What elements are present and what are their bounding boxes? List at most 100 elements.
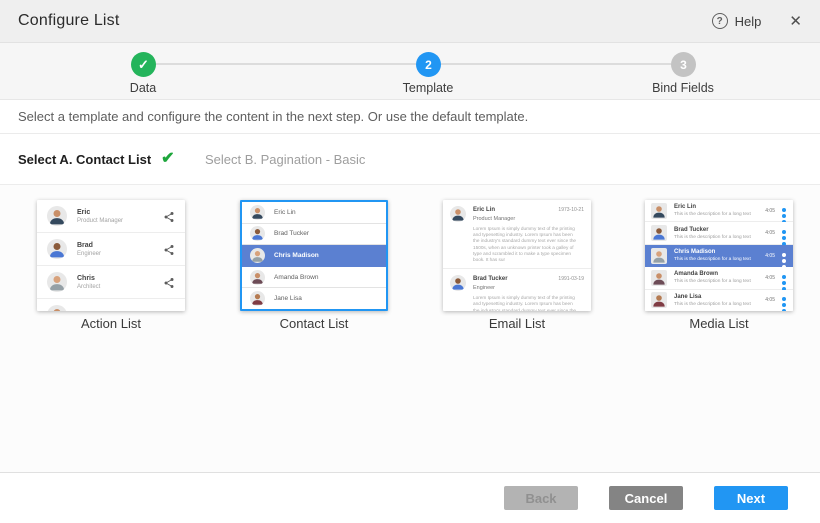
avatar xyxy=(250,270,265,285)
kebab-menu-icon xyxy=(780,204,788,218)
cancel-button[interactable]: Cancel xyxy=(609,486,683,510)
list-item: Jane Lisa xyxy=(242,288,386,309)
avatar xyxy=(651,203,667,219)
kebab-menu-icon xyxy=(780,249,788,263)
next-button[interactable]: Next xyxy=(714,486,788,510)
avatar xyxy=(47,206,67,226)
close-icon[interactable]: ✕ xyxy=(789,14,802,29)
list-item-selected: Chris MadisonThis is the description for… xyxy=(645,245,793,267)
avatar xyxy=(651,270,667,286)
kebab-menu-icon xyxy=(780,271,788,285)
avatar xyxy=(250,205,265,220)
instruction-text: Select a template and configure the cont… xyxy=(0,100,820,134)
select-a-contact-list[interactable]: Select A. Contact List ✔ xyxy=(18,151,175,167)
list-item: Amanda xyxy=(37,299,185,311)
item-role: Product Manager xyxy=(473,216,515,222)
list-item: Jane Lisa This is the description for a l… xyxy=(645,290,793,311)
help-label: Help xyxy=(735,14,762,29)
avatar xyxy=(250,226,265,241)
list-item: Brad Tucker xyxy=(242,224,386,246)
step-bind-fields-label: Bind Fields xyxy=(652,81,714,95)
avatar xyxy=(47,239,67,259)
list-item: Eric Lin xyxy=(242,202,386,224)
kebab-menu-icon xyxy=(780,293,788,307)
item-name: Amanda Brown xyxy=(674,271,751,277)
list-item-selected: Chris Madison xyxy=(242,245,386,267)
step-bind-fields-circle[interactable]: 3 xyxy=(671,52,696,77)
item-duration: 4:05 xyxy=(765,253,775,259)
step-template-circle[interactable]: 2 xyxy=(416,52,441,77)
template-card-media-list[interactable]: Eric LinThis is the description for a lo… xyxy=(645,200,793,311)
template-card-email-list[interactable]: Eric Lin Product Manager 1973-10-21 Lore… xyxy=(443,200,591,311)
item-name: Amanda xyxy=(77,311,105,312)
step-data-circle[interactable]: ✓ xyxy=(131,52,156,77)
item-duration: 4:05 xyxy=(765,297,775,303)
configure-list-dialog: Configure List ? Help ✕ ✓ 2 3 Data Templ… xyxy=(0,0,820,523)
list-item: BradEngineer xyxy=(37,233,185,266)
step-template-label: Template xyxy=(403,81,454,95)
item-name: Amanda Brown xyxy=(274,274,318,281)
item-name: Brad Tucker xyxy=(274,230,309,237)
avatar xyxy=(250,248,265,263)
item-description: This is the description for a long text xyxy=(674,235,751,240)
item-name: Eric Lin xyxy=(274,209,296,216)
item-date: 1973-10-21 xyxy=(558,206,584,222)
share-icon xyxy=(163,243,175,255)
avatar xyxy=(450,275,466,291)
template-label-contact-list: Contact List xyxy=(240,316,388,331)
avatar xyxy=(47,272,67,292)
item-name: Brad Tucker xyxy=(473,276,508,282)
avatar xyxy=(450,206,466,222)
item-name: Chris xyxy=(77,275,100,282)
avatar xyxy=(250,291,265,306)
avatar xyxy=(651,248,667,264)
item-duration: 4:05 xyxy=(765,208,775,214)
kebab-menu-icon xyxy=(780,226,788,240)
list-item: Eric Product Manager xyxy=(37,200,185,233)
stepper-connector xyxy=(441,63,671,65)
item-name: Eric Lin xyxy=(473,207,515,213)
list-item: ChrisArchitect xyxy=(37,266,185,299)
item-name: Jane Lisa xyxy=(274,295,302,302)
back-button[interactable]: Back xyxy=(504,486,578,510)
item-role: Engineer xyxy=(77,251,101,257)
template-label-action-list: Action List xyxy=(37,316,185,331)
help-button[interactable]: ? Help xyxy=(712,13,762,29)
list-item: Amanda Brown This is the description for … xyxy=(645,267,793,289)
list-item: Eric LinThis is the description for a lo… xyxy=(645,200,793,222)
item-name: Eric xyxy=(77,209,123,216)
item-description: This is the description for a long text xyxy=(674,257,751,262)
item-name: Brad Tucker xyxy=(674,227,751,233)
item-role: Product Manager xyxy=(77,218,123,224)
avatar xyxy=(651,225,667,241)
item-name: Chris Madison xyxy=(274,252,319,259)
item-description: This is the description for a long text xyxy=(674,279,751,284)
select-b-pagination[interactable]: Select B. Pagination - Basic xyxy=(205,152,365,167)
list-item: Brad Tucker This is the description for a… xyxy=(645,222,793,244)
avatar xyxy=(47,305,67,311)
item-description: This is the description for a long text xyxy=(674,212,751,217)
wizard-stepper: ✓ 2 3 Data Template Bind Fields xyxy=(0,43,820,100)
list-item: Amanda Brown xyxy=(242,267,386,289)
template-card-action-list[interactable]: Eric Product Manager BradEngineer ChrisAr… xyxy=(37,200,185,311)
template-card-contact-list-selected[interactable]: Eric Lin Brad Tucker Chris Madison Amand… xyxy=(240,200,388,311)
dialog-footer: Back Cancel Next xyxy=(0,472,820,523)
share-icon xyxy=(163,210,175,222)
stepper-connector xyxy=(156,63,416,65)
item-description: This is the description for a long text xyxy=(674,302,751,307)
item-name: Jane Lisa xyxy=(674,294,751,300)
item-duration: 4:05 xyxy=(765,275,775,281)
email-body-text: Lorem Ipsum is simply dummy text of the … xyxy=(473,226,580,263)
selection-row: Select A. Contact List ✔ Select B. Pagin… xyxy=(0,134,820,185)
help-icon: ? xyxy=(712,13,728,29)
list-item: Brad Tucker Engineer 1991-03-19 Lorem Ip… xyxy=(443,269,591,311)
share-icon xyxy=(163,276,175,288)
template-gallery: Eric Product Manager BradEngineer ChrisAr… xyxy=(0,185,820,472)
item-duration: 4:05 xyxy=(765,230,775,236)
template-label-media-list: Media List xyxy=(645,316,793,331)
avatar xyxy=(651,292,667,308)
page-title: Configure List xyxy=(18,12,120,30)
list-item: Eric Lin Product Manager 1973-10-21 Lore… xyxy=(443,200,591,269)
select-a-label: Select A. Contact List xyxy=(18,152,151,167)
check-icon: ✔ xyxy=(161,151,174,167)
